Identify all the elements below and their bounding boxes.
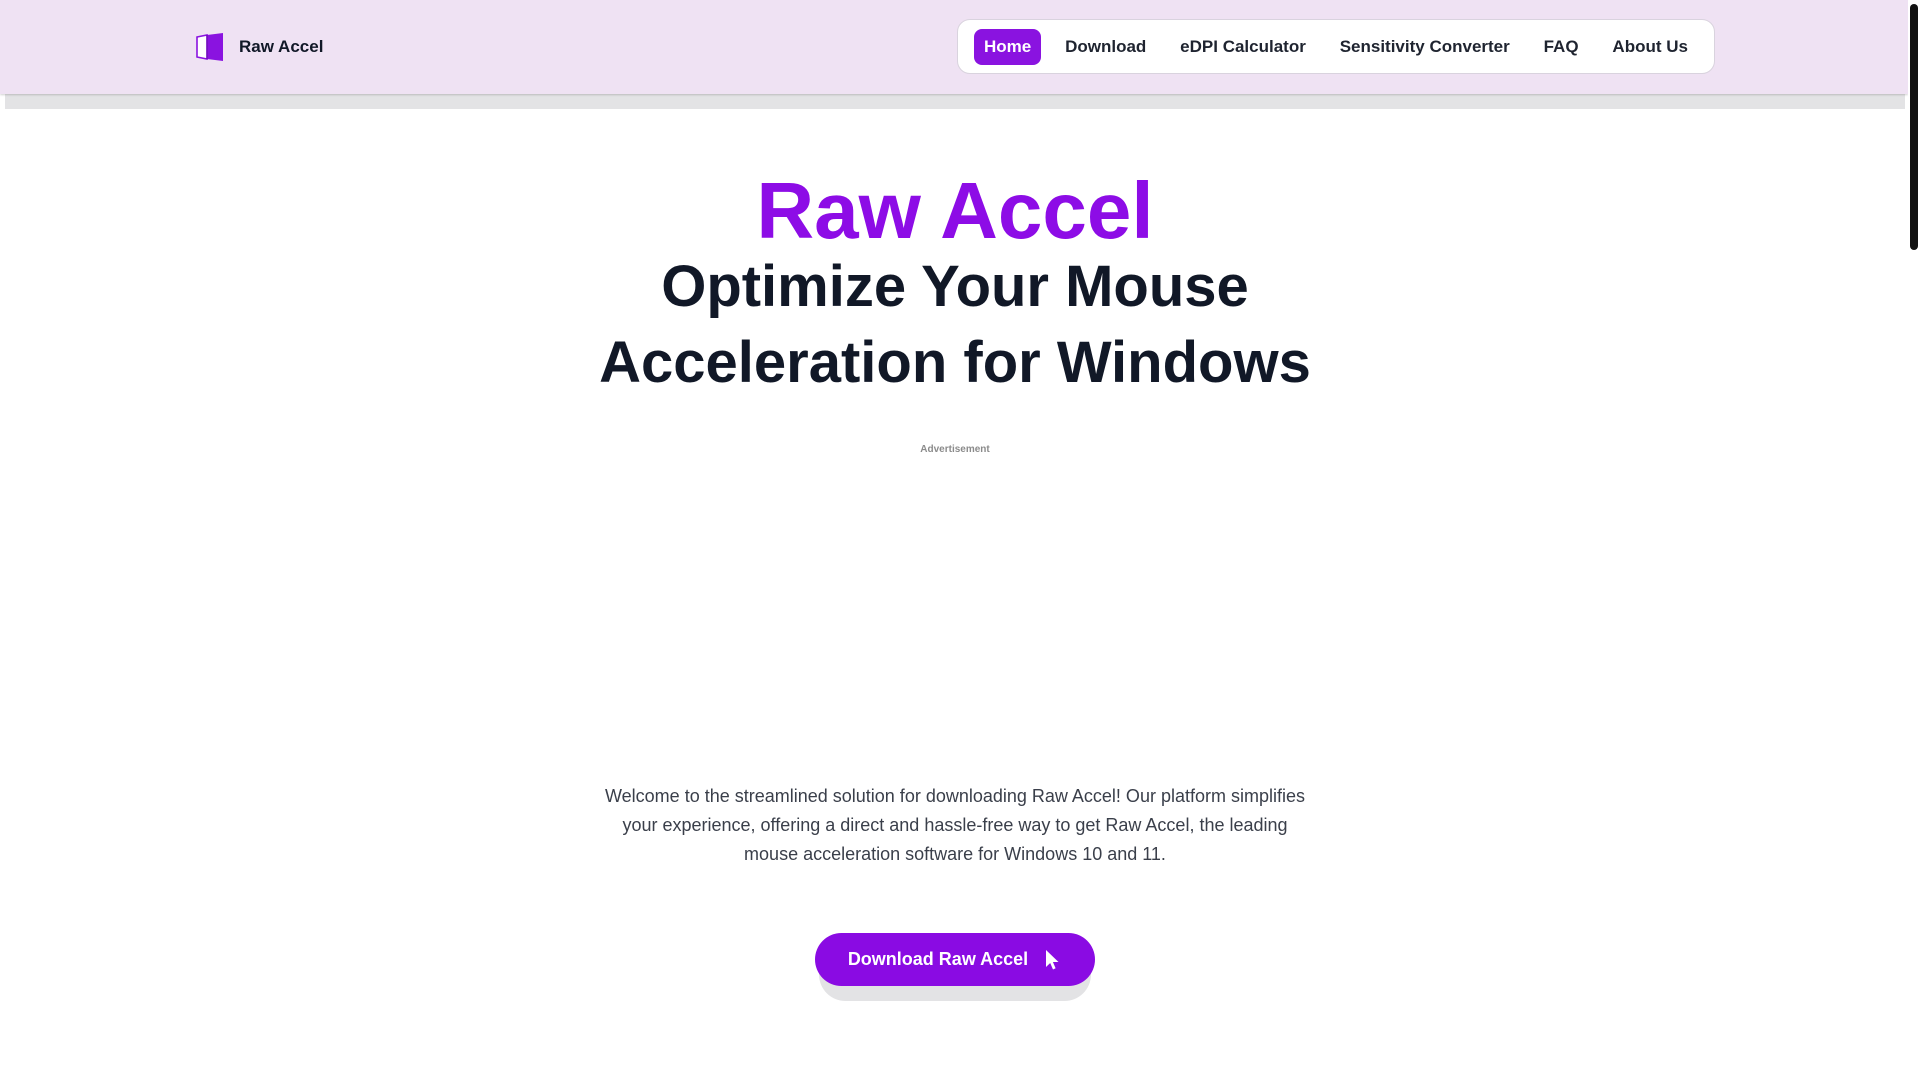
cta-label: Download Raw Accel bbox=[847, 949, 1029, 969]
cta-container: Download Raw Accel bbox=[815, 933, 1095, 1001]
nav-download[interactable]: Download bbox=[1055, 29, 1156, 65]
ad-slot bbox=[555, 464, 1355, 754]
nav-sensitivity-converter[interactable]: Sensitivity Converter bbox=[1330, 29, 1520, 65]
cursor-icon bbox=[1046, 949, 1059, 969]
brand-name: Raw Accel bbox=[239, 37, 324, 56]
page: Raw Accel Home Download eDPI Calculator … bbox=[0, 0, 1920, 1080]
nav-about-us[interactable]: About Us bbox=[1602, 29, 1698, 65]
ad-label: Advertisement bbox=[920, 444, 990, 455]
nav-edpi-calculator[interactable]: eDPI Calculator bbox=[1170, 29, 1316, 65]
brand-link[interactable]: Raw Accel bbox=[195, 31, 323, 63]
header-divider bbox=[5, 94, 1905, 109]
logo-icon bbox=[196, 33, 223, 61]
site-header: Raw Accel Home Download eDPI Calculator … bbox=[0, 0, 1908, 94]
hero-brand: Raw Accel bbox=[756, 166, 1154, 255]
nav-faq[interactable]: FAQ bbox=[1534, 29, 1589, 65]
download-raw-accel-button[interactable]: Download Raw Accel bbox=[815, 933, 1095, 986]
scrollbar-thumb[interactable] bbox=[1910, 4, 1918, 250]
nav-home[interactable]: Home bbox=[974, 28, 1042, 65]
intro-text: Welcome to the streamlined solution for … bbox=[605, 786, 1305, 864]
hero-title: Optimize Your Mouse Acceleration for Win… bbox=[599, 254, 1311, 395]
main-nav: Home Download eDPI Calculator Sensitivit… bbox=[957, 19, 1715, 74]
scrollbar[interactable] bbox=[1908, 0, 1920, 1080]
